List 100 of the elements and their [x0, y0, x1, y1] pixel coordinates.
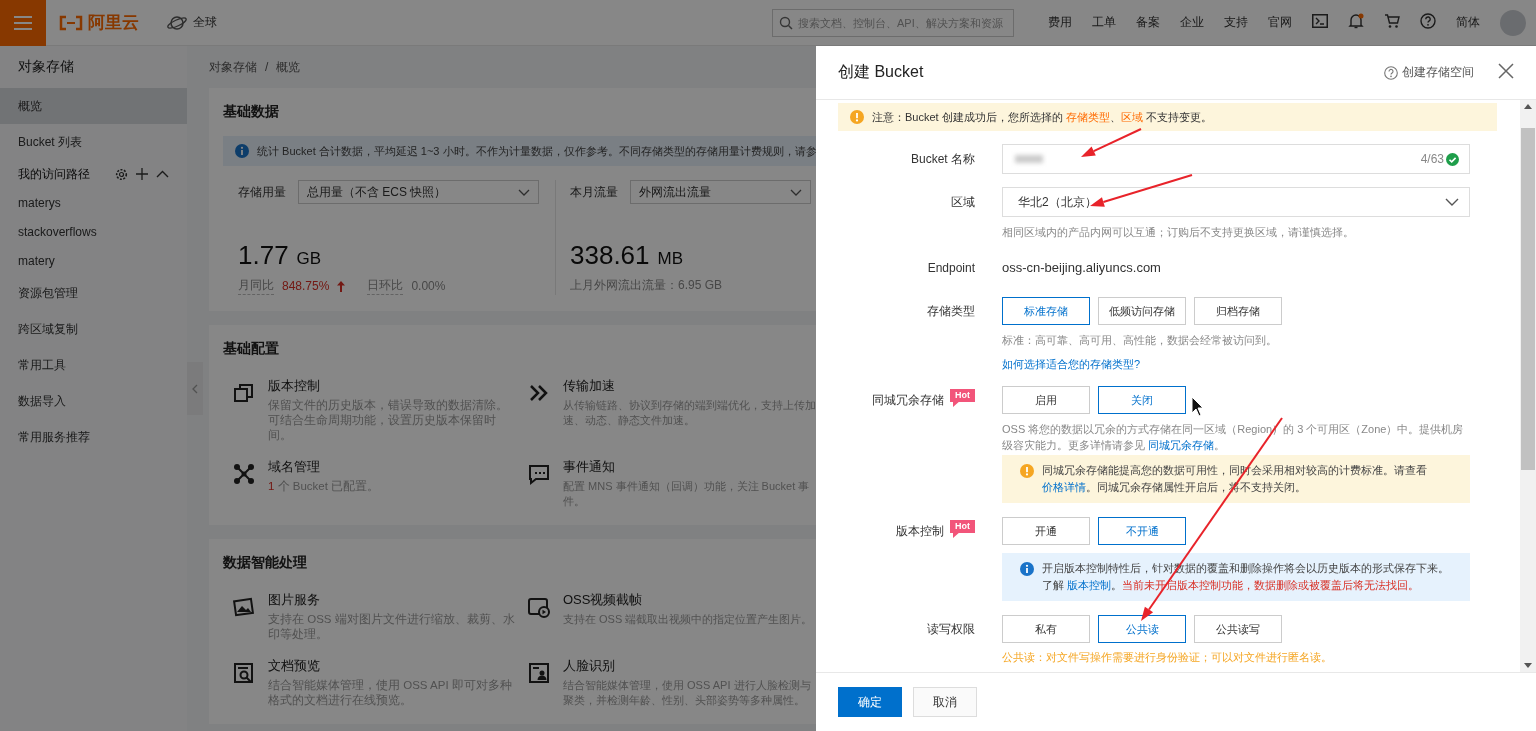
- nav-link[interactable]: 备案: [1126, 14, 1170, 31]
- field-value: oss-cn-beijing.aliyuncs.com: [1002, 259, 1162, 277]
- option-button[interactable]: 公共读: [1098, 615, 1186, 643]
- region-selector[interactable]: 全球: [193, 14, 217, 31]
- select-field[interactable]: 外网流出流量: [630, 180, 811, 204]
- feature-title[interactable]: 文档预览: [268, 657, 516, 675]
- menu-button[interactable]: [0, 0, 46, 46]
- cancel-button[interactable]: 取消: [913, 687, 977, 717]
- warning-icon: [1020, 464, 1034, 478]
- avatar-icon[interactable]: [1500, 9, 1526, 36]
- language-link[interactable]: 简体: [1446, 14, 1490, 31]
- nav-link[interactable]: 工单: [1082, 14, 1126, 31]
- stat-value: 0.00%: [411, 279, 446, 293]
- notice-text: 注意：Bucket 创建成功后，您所选择的 存储类型、区域 不支持变更。: [872, 109, 1212, 125]
- field-label: Endpoint: [927, 261, 975, 275]
- stacked-squares-icon: [232, 381, 256, 405]
- sidebar-item[interactable]: stackoverflows: [0, 217, 187, 246]
- chat-bubble-icon: [527, 462, 551, 486]
- inline-link[interactable]: 版本控制: [1067, 579, 1112, 591]
- confirm-button[interactable]: 确定: [838, 687, 902, 717]
- inline-link[interactable]: 价格详情: [1042, 481, 1086, 493]
- feature-title[interactable]: OSS视频截帧: [563, 591, 816, 609]
- option-button[interactable]: 私有: [1002, 615, 1090, 643]
- breadcrumb-item[interactable]: 对象存储: [209, 58, 257, 76]
- nav-link[interactable]: 官网: [1258, 14, 1302, 31]
- sidebar-item[interactable]: Bucket 列表: [0, 124, 187, 160]
- sidebar-item[interactable]: 资源包管理: [0, 275, 187, 311]
- cart-icon: [1384, 13, 1400, 29]
- feature-title[interactable]: 域名管理: [268, 458, 516, 476]
- notice-text: 统计 Bucket 合计数据，平均延迟 1~3 小时。不作为计量数据，仅作参考。不同存储类型的存储用量计费规则，请参: [257, 143, 817, 159]
- breadcrumb-item[interactable]: 概览: [276, 58, 301, 76]
- sidebar-item[interactable]: 概览: [0, 88, 187, 124]
- feature-title[interactable]: 传输加速: [563, 377, 816, 395]
- option-button[interactable]: 关闭: [1098, 386, 1186, 414]
- feature-title[interactable]: 人脸识别: [563, 657, 816, 675]
- text-input-field[interactable]: 4/63: [1002, 144, 1470, 174]
- person-card-icon: [527, 661, 551, 685]
- chevron-down-icon: [1445, 198, 1459, 206]
- photo-icon: [232, 595, 256, 619]
- scroll-up-icon[interactable]: [1524, 104, 1532, 109]
- plus-icon: [136, 168, 148, 180]
- sidebar-title: 对象存储: [17, 57, 75, 76]
- help-text: OSS 将您的数据以冗余的方式存储在同一区域（Region）的 3 个可用区（Zone）中。提供机房级容灾能力。更多详情请参见 同城冗余存储。: [1002, 422, 1465, 453]
- field-label: Bucket 名称: [910, 150, 975, 168]
- document-search-icon: [232, 661, 256, 685]
- stat-label: 日环比: [367, 277, 404, 295]
- stat-label: 月同比: [238, 277, 274, 295]
- help-link[interactable]: 创建存储空间: [1402, 64, 1474, 81]
- inline-link[interactable]: 同城冗余存储: [1148, 439, 1215, 451]
- bell-icon: [1348, 13, 1364, 29]
- annotation-arrow: [1081, 128, 1142, 157]
- select-field[interactable]: 华北2（北京）: [1002, 187, 1470, 217]
- option-button[interactable]: 启用: [1002, 386, 1090, 414]
- option-button[interactable]: 归档存储: [1194, 297, 1282, 325]
- nav-link[interactable]: 费用: [1038, 14, 1082, 31]
- option-button[interactable]: 开通: [1002, 517, 1090, 545]
- select-field[interactable]: 总用量（不含 ECS 快照）: [298, 180, 539, 204]
- collapse-handle[interactable]: [187, 362, 203, 415]
- video-frame-icon: [527, 595, 551, 619]
- nav-link[interactable]: 支持: [1214, 14, 1258, 31]
- chevron-down-icon: [790, 188, 802, 196]
- sidebar-item[interactable]: 常用服务推荐: [0, 419, 187, 455]
- feature-title[interactable]: 事件通知: [563, 458, 816, 476]
- redacted-value: [1015, 155, 1043, 163]
- network-nodes-icon: [232, 462, 256, 486]
- field-label: 区域: [951, 193, 975, 211]
- feature-title[interactable]: 图片服务: [268, 591, 516, 609]
- help-text: 公共读：对文件写操作需要进行身份验证；可以对文件进行匿名读。: [1002, 650, 1333, 665]
- metric-value: 338.61: [570, 240, 650, 271]
- sidebar-item[interactable]: materys: [0, 188, 187, 217]
- field-label: 版本控制: [896, 522, 944, 540]
- hot-badge: Hot: [950, 520, 975, 538]
- help-icon: [1420, 13, 1436, 29]
- sidebar-item[interactable]: 跨区域复制: [0, 311, 187, 347]
- breadcrumb-separator: /: [265, 60, 269, 74]
- sidebar-item[interactable]: matery: [0, 246, 187, 275]
- chevron-down-icon: [518, 188, 530, 196]
- option-button[interactable]: 低频访问存储: [1098, 297, 1186, 325]
- metric-unit: MB: [657, 249, 684, 269]
- help-text: 标准：高可靠、高可用、高性能，数据会经常被访问到。: [1002, 333, 1278, 348]
- option-button[interactable]: 公共读写: [1194, 615, 1282, 643]
- feature-title[interactable]: 版本控制: [268, 377, 516, 395]
- sidebar-item[interactable]: 数据导入: [0, 383, 187, 419]
- info-icon: [235, 144, 249, 158]
- nav-link[interactable]: 企业: [1170, 14, 1214, 31]
- sidebar-item[interactable]: 常用工具: [0, 347, 187, 383]
- help-icon: [1384, 65, 1398, 80]
- search-icon: [779, 15, 793, 30]
- scrollbar[interactable]: [1520, 100, 1536, 672]
- field-label: 读写权限: [927, 620, 975, 638]
- metric-label: 存储用量: [238, 183, 286, 201]
- option-button[interactable]: 不开通: [1098, 517, 1186, 545]
- help-link[interactable]: 如何选择适合您的存储类型?: [1002, 356, 1470, 372]
- chevron-left-icon: [192, 383, 198, 394]
- option-button[interactable]: 标准存储: [1002, 297, 1090, 325]
- info-icon: [1020, 562, 1034, 576]
- metric-label: 本月流量: [570, 183, 618, 201]
- sidebar-group-item[interactable]: 我的访问路径: [0, 160, 187, 188]
- close-icon: [1498, 63, 1514, 79]
- scroll-down-icon[interactable]: [1524, 663, 1532, 668]
